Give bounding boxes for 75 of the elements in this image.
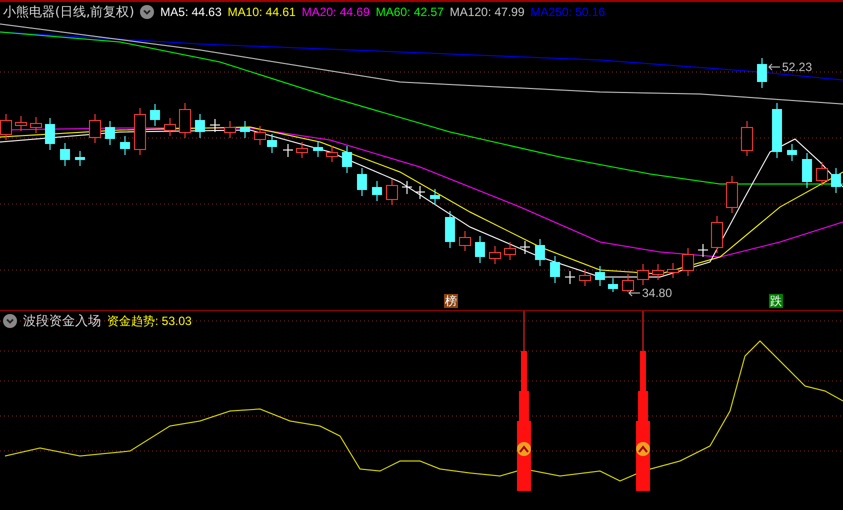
candlestick (210, 118, 220, 132)
candlestick (726, 176, 738, 214)
candlestick (772, 102, 782, 158)
candlestick (535, 238, 545, 266)
high-price-label: 52.23 (782, 60, 812, 74)
candlestick (414, 186, 426, 200)
candlestick (741, 120, 753, 156)
ma-value: MA120: 47.99 (450, 5, 525, 19)
candlestick (652, 264, 664, 280)
candlestick (195, 114, 205, 138)
candlestick (224, 120, 236, 138)
signal-marker: 跌 (769, 294, 783, 308)
dropdown-icon[interactable] (3, 314, 17, 328)
low-price-label: 34.80 (642, 286, 672, 300)
candlestick (240, 120, 250, 138)
candlestick (622, 274, 634, 292)
chevron-up-icon (517, 442, 531, 456)
candlestick (313, 140, 323, 158)
candlestick (637, 264, 649, 286)
candlestick (711, 216, 723, 254)
candlestick (75, 150, 85, 166)
candlestick (326, 146, 338, 162)
arrow-icon (628, 289, 640, 297)
candlestick (105, 120, 115, 146)
candlestick (802, 152, 812, 188)
ma-value: MA60: 42.57 (376, 5, 444, 19)
candlestick (372, 180, 382, 202)
candlestick (459, 230, 471, 252)
candlestick (445, 210, 455, 248)
candlestick (682, 248, 694, 276)
candlestick (430, 188, 440, 206)
candlestick (402, 180, 412, 194)
candlestick (608, 278, 618, 292)
candlestick (134, 108, 146, 156)
chevron-up-icon (636, 442, 650, 456)
indicator-value: 资金趋势: 53.03 (107, 312, 192, 330)
candlestick (267, 134, 277, 154)
candlestick (595, 266, 605, 286)
candlestick (296, 142, 308, 158)
candlestick (698, 244, 708, 258)
indicator-title: 波段资金入场 (23, 313, 101, 330)
candlestick (120, 136, 130, 156)
candlestick (816, 162, 828, 186)
ma-value: MA20: 44.69 (302, 5, 370, 19)
candlestick (15, 116, 27, 132)
candlestick (564, 270, 576, 284)
stock-title: 小熊电器(日线,前复权) (3, 4, 134, 21)
candlestick (60, 142, 70, 166)
candlestick (504, 242, 516, 260)
candlestick (386, 178, 398, 206)
candlestick (254, 126, 266, 146)
signal-marker: 榜 (444, 294, 458, 308)
candlestick (45, 118, 55, 150)
candlestick (831, 168, 841, 194)
candlestick (357, 168, 367, 196)
candlestick (179, 102, 191, 138)
candlestick (150, 104, 160, 126)
candlestick (342, 146, 352, 174)
candlestick (579, 268, 591, 286)
candlestick (757, 58, 767, 88)
ma-value: MA5: 44.63 (160, 5, 222, 19)
ma-value: MA10: 44.61 (228, 5, 296, 19)
candlestick (520, 240, 530, 254)
candlestick (30, 116, 42, 134)
candlestick (667, 262, 679, 278)
candlestick (550, 256, 560, 284)
arrow-icon (768, 63, 780, 71)
candlestick (89, 114, 101, 144)
ma-value: MA250: 50.16 (530, 5, 606, 19)
candlestick (282, 144, 294, 158)
candlestick (164, 118, 176, 136)
candlestick (475, 236, 485, 264)
dropdown-icon[interactable] (140, 5, 154, 19)
candlestick (787, 144, 797, 162)
candlestick (489, 246, 501, 264)
